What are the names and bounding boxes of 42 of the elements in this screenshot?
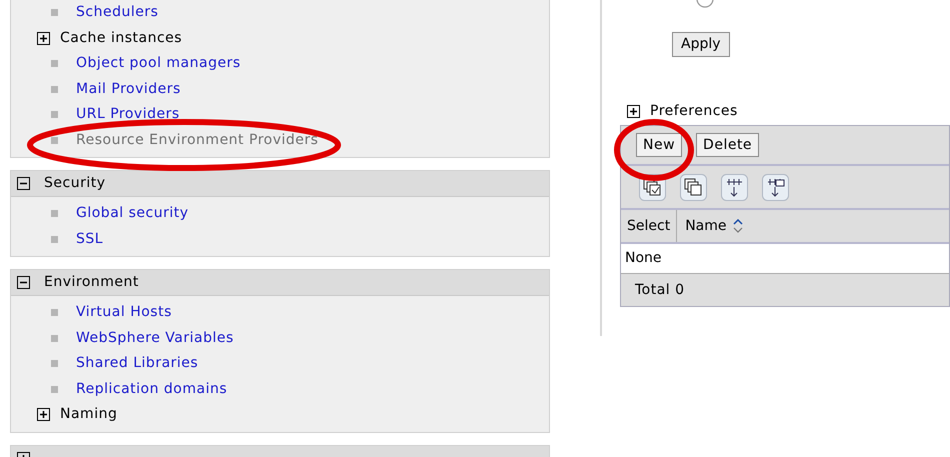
tree-item[interactable]: Cache instances xyxy=(60,28,182,49)
column-header: Select xyxy=(621,210,678,242)
empty-row-text: None xyxy=(625,249,662,268)
bullet-icon xyxy=(51,386,58,393)
nav-link[interactable]: Global security xyxy=(76,203,189,224)
bullet-icon xyxy=(51,136,58,144)
collapse-icon[interactable] xyxy=(17,177,30,190)
bullet-icon xyxy=(51,111,58,118)
nav-link[interactable]: Mail Providers xyxy=(76,78,181,100)
sort-icon[interactable] xyxy=(732,219,743,233)
nav-link[interactable]: Shared Libraries xyxy=(76,353,198,374)
collapse-icon[interactable] xyxy=(17,276,30,289)
nav-link[interactable]: Object pool managers xyxy=(76,53,241,74)
bullet-icon xyxy=(51,236,58,243)
bullet-icon xyxy=(51,60,58,68)
preferences-label[interactable]: Preferences xyxy=(650,101,738,122)
expand-icon[interactable] xyxy=(37,408,50,422)
expand-icon[interactable] xyxy=(627,105,640,118)
bullet-icon xyxy=(51,309,58,316)
clear-filter-icon[interactable] xyxy=(762,174,789,200)
toolbar-button[interactable]: New xyxy=(636,133,682,157)
toolbar-button[interactable]: Delete xyxy=(696,133,760,157)
nav-link[interactable]: Schedulers xyxy=(76,2,158,24)
nav-link[interactable]: URL Providers xyxy=(76,104,180,126)
section-title[interactable]: Security xyxy=(44,173,106,194)
filter-icon[interactable] xyxy=(721,174,748,200)
bullet-icon xyxy=(51,334,58,342)
bullet-icon xyxy=(51,360,58,368)
nav-link[interactable]: Replication domains xyxy=(76,378,228,400)
bullet-icon xyxy=(51,210,58,218)
deselect-all-icon[interactable] xyxy=(680,174,707,200)
nav-link[interactable]: WebSphere Variables xyxy=(76,328,234,349)
expand-icon[interactable] xyxy=(37,32,50,45)
nav-link[interactable]: SSL xyxy=(76,228,104,250)
bullet-icon xyxy=(51,9,58,16)
bullet-icon xyxy=(51,86,58,93)
apply-button[interactable]: Apply xyxy=(672,32,730,57)
column-header[interactable]: Name xyxy=(685,216,727,236)
tree-item[interactable]: Naming xyxy=(60,404,118,426)
section-title[interactable]: Environment xyxy=(44,272,139,293)
total-count: Total 0 xyxy=(635,280,685,300)
nav-link[interactable]: Virtual Hosts xyxy=(76,302,172,324)
